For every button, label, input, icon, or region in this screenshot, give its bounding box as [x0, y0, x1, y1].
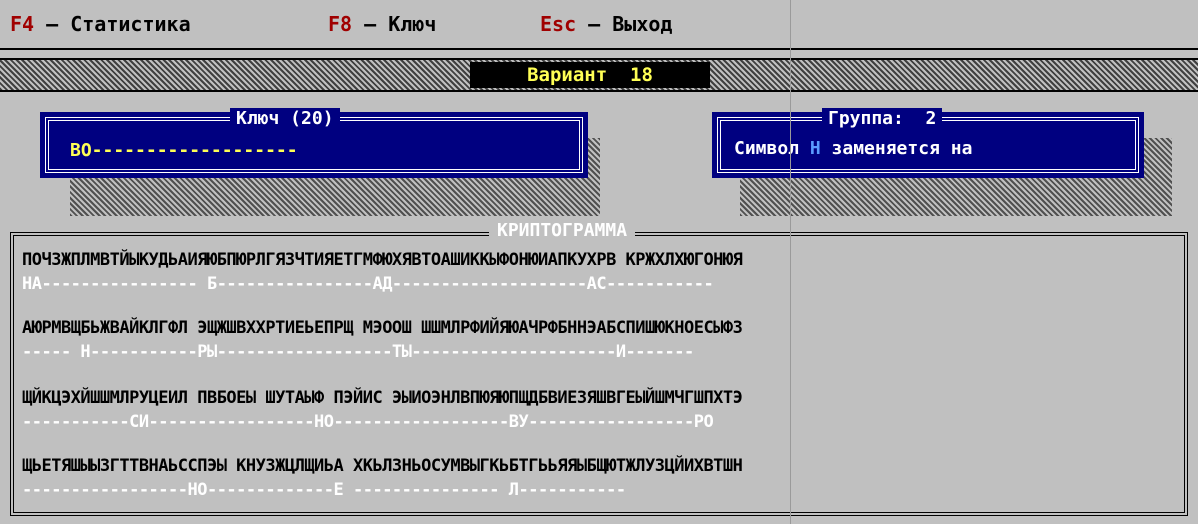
plain-line-3: -----------СИ-----------------НО--------…: [22, 412, 714, 432]
plain-line-4: -----------------НО-------------Е ------…: [22, 480, 626, 500]
cipher-line-2[interactable]: АЮРМВЩБЬЖВАЙКЛГФЛ ЭЩЖШВХХРТИЕЬЕПРЩ МЭООШ…: [22, 318, 743, 338]
hotkey-label: – Статистика: [34, 12, 191, 36]
hotkey-statistics[interactable]: F4 – Статистика: [10, 12, 191, 36]
key-panel[interactable]: Ключ (20) ВО-------------------: [40, 108, 588, 178]
substitution-symbol: Н: [809, 138, 821, 159]
hotkey-key: F8: [328, 12, 353, 36]
hotkey-label: – Ключ: [352, 12, 437, 36]
hotkey-label: – Выход: [576, 12, 673, 36]
cipher-line-4[interactable]: ЩЬЕТЯШЫЫЗГТТВНАЬССПЭЫ КНУЗЖЦЛЩИЬА ХКЬЛЗН…: [22, 456, 743, 476]
hotkey-key: Esc: [540, 12, 577, 36]
hotkey-exit[interactable]: Esc – Выход: [540, 12, 672, 36]
substitution-suffix: заменяется на: [820, 138, 973, 159]
hotkey-bar: F4 – Статистика F8 – Ключ Esc – Выход: [0, 0, 1198, 50]
cryptogram-title: КРИПТОГРАММА: [489, 220, 636, 241]
cipher-line-3[interactable]: ЩЙКЦЭХЙШШМЛРУЦЕИЛ ПВБОЕЫ ШУТАЫФ ПЭЙИС ЭЫ…: [22, 388, 743, 408]
hotkey-key: F4: [10, 12, 35, 36]
group-panel-title: Группа: 2: [822, 108, 943, 130]
key-panel-title: Ключ (20): [230, 108, 340, 130]
hotkey-key-setting[interactable]: F8 – Ключ: [328, 12, 436, 36]
substitution-prefix: Символ: [734, 138, 810, 159]
cryptogram-panel: КРИПТОГРАММА ПОЧЗЖПЛМВТЙЫКУДЬАИЯЮБПЮРЛГЯ…: [10, 220, 1188, 516]
group-panel: Группа: 2 Символ Н заменяется на: [712, 108, 1144, 178]
plain-line-2: ----- Н-----------РЫ------------------ТЫ…: [22, 342, 694, 362]
key-input[interactable]: ВО-------------------: [70, 140, 298, 161]
cipher-line-1[interactable]: ПОЧЗЖПЛМВТЙЫКУДЬАИЯЮБПЮРЛГЯЗЧТИЯЕТГМФЮХЯ…: [22, 250, 743, 270]
plain-line-1: НА---------------- Б----------------АД--…: [22, 274, 714, 294]
variant-label: Вариант 18: [470, 62, 710, 88]
substitution-text: Символ Н заменяется на: [734, 138, 972, 159]
screen-divider: [790, 0, 791, 524]
